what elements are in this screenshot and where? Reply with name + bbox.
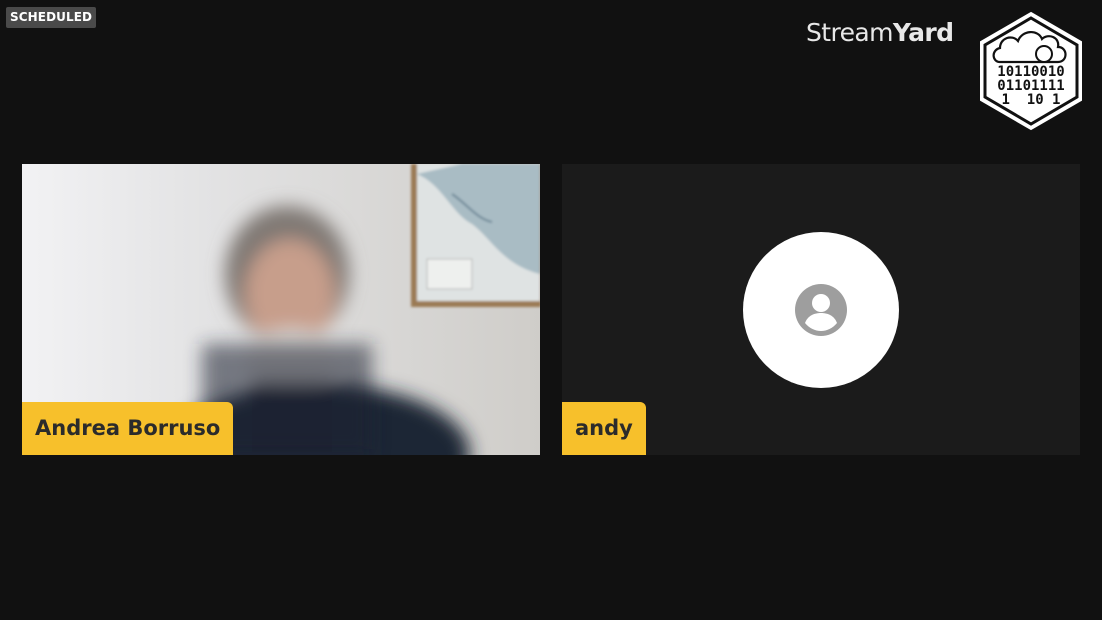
- brand-name-light: Stream: [806, 18, 893, 47]
- channel-logo: 10110010 01101111 1 10 1: [980, 11, 1082, 131]
- participant-name-tag: Andrea Borruso: [22, 402, 234, 455]
- participant-tile-andrea-borruso[interactable]: Andrea Borruso: [22, 164, 540, 455]
- user-circle-icon: [795, 284, 847, 336]
- participant-tile-andy[interactable]: andy: [562, 164, 1080, 455]
- wall-map: [411, 164, 540, 307]
- binary-row-3: 1 10 1: [1001, 92, 1060, 108]
- participant-name-tag: andy: [562, 402, 646, 455]
- avatar: [743, 232, 899, 388]
- streamyard-logo: StreamYard: [806, 18, 954, 47]
- status-badge: SCHEDULED: [6, 7, 97, 28]
- brand-name-bold: Yard: [892, 18, 954, 47]
